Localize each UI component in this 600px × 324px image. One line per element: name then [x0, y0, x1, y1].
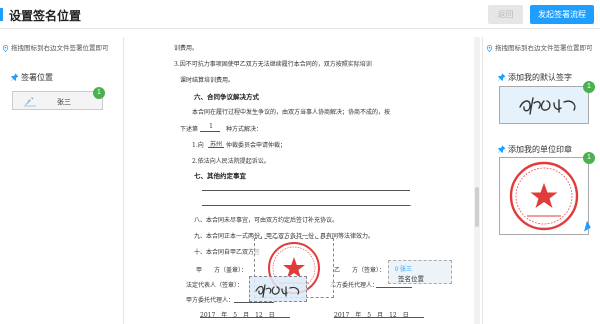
doc-underline	[208, 147, 224, 148]
signature-count-badge: 1	[583, 81, 595, 93]
doc-line-1: 训费用。	[174, 45, 199, 52]
doc-line-7: 2.依法向人民法院提起诉讼。	[192, 158, 270, 165]
default-signature-card[interactable]	[499, 86, 589, 124]
doc-line-2: 3.因不可抗力事项固使甲乙双方无法继续履行本合同的，双方按照实际培训	[174, 61, 372, 68]
seal-count-badge: 1	[583, 152, 595, 164]
doc-line-5a: 下述第	[180, 126, 199, 133]
right-hint-text: 拖拽图标到右边文件签署位置即可	[495, 45, 593, 52]
back-button[interactable]: 返回	[488, 5, 523, 24]
pushpin-icon	[497, 73, 506, 82]
doc-period: .	[410, 201, 412, 208]
left-hint: 拖拽图标到右边文件签署位置即可	[2, 42, 109, 52]
signer-position-box[interactable]: 0 张三 签名位置	[388, 260, 452, 284]
submit-sign-flow-button[interactable]: 发起签署流程	[530, 5, 594, 24]
location-pin-icon	[486, 44, 493, 52]
signer-chip[interactable]: 张三	[12, 91, 103, 110]
doc-blank-line	[202, 190, 410, 191]
doc-blank-line	[202, 205, 410, 206]
party-a-label: 甲 方（盖章）：	[196, 267, 248, 274]
legal-rep-a-label: 法定代表人（签章）：	[186, 282, 244, 289]
signer-count-badge: 1	[93, 87, 105, 99]
doc-line-6a: 1.向	[192, 142, 204, 149]
right-hint: 拖拽图标到右边文件签署位置即可	[486, 42, 593, 52]
seal-label: 添加我的单位印章	[508, 145, 572, 154]
page-title: 设置签名位置	[9, 9, 82, 23]
doc-underline	[200, 317, 290, 318]
doc-line-10: 十、本合同自甲乙双方签	[194, 249, 261, 256]
handwritten-signature-icon	[519, 97, 576, 115]
location-pin-icon	[2, 44, 9, 52]
signature-pen-icon	[24, 97, 36, 107]
seal-title: 添加我的单位印章	[497, 144, 572, 155]
company-seal-icon	[509, 161, 579, 231]
pushpin-icon	[10, 73, 19, 82]
left-hint-text: 拖拽图标到右边文件签署位置即可	[11, 45, 109, 52]
doc-heading-7: 七、其他约定事宜	[194, 173, 246, 180]
placed-signature-box[interactable]	[249, 276, 307, 302]
doc-line-6c: 仲裁委员会申请仲裁；	[226, 142, 287, 149]
document-scrollbar[interactable]	[474, 37, 480, 324]
party-b-label: 乙 方（签章）：	[334, 267, 386, 274]
placed-signer-name: 0 张三	[395, 267, 413, 273]
placed-signature-label: 签名位置	[398, 276, 424, 283]
agent-a-label: 甲方委托代理人：	[186, 297, 235, 304]
signer-name: 张三	[57, 99, 71, 106]
doc-line-5c: 种方式解决：	[226, 126, 263, 133]
doc-underline	[334, 317, 424, 318]
signer-section-label: 签署位置	[21, 73, 53, 82]
title-accent-bar	[0, 8, 3, 21]
default-sig-label: 添加我的默认签字	[508, 73, 572, 82]
agent-b-label: 乙方委托代理人：	[330, 282, 379, 289]
doc-line-3: 课时结算培训费用。	[180, 77, 235, 84]
doc-line-4: 本合同在履行过程中发生争议的，由双方当事人协商解决；协商不成的，按	[192, 109, 391, 116]
top-bar: 设置签名位置 返回 发起签署流程	[0, 0, 600, 29]
doc-line-8: 八、本合同未尽事宜，可由双方约定后签订补充协议。	[194, 217, 339, 224]
company-seal-card[interactable]	[499, 157, 589, 235]
pushpin-icon	[497, 145, 506, 154]
doc-heading-6: 六、合同争议解决方式	[194, 94, 259, 101]
signer-section-title: 签署位置	[10, 72, 53, 83]
default-sig-title: 添加我的默认签字	[497, 72, 572, 83]
doc-line-5-choice: 1	[209, 123, 213, 130]
doc-underline	[200, 131, 220, 132]
scrollbar-thumb[interactable]	[475, 187, 479, 227]
handwritten-signature-icon	[255, 284, 300, 298]
doc-underline	[376, 287, 412, 288]
